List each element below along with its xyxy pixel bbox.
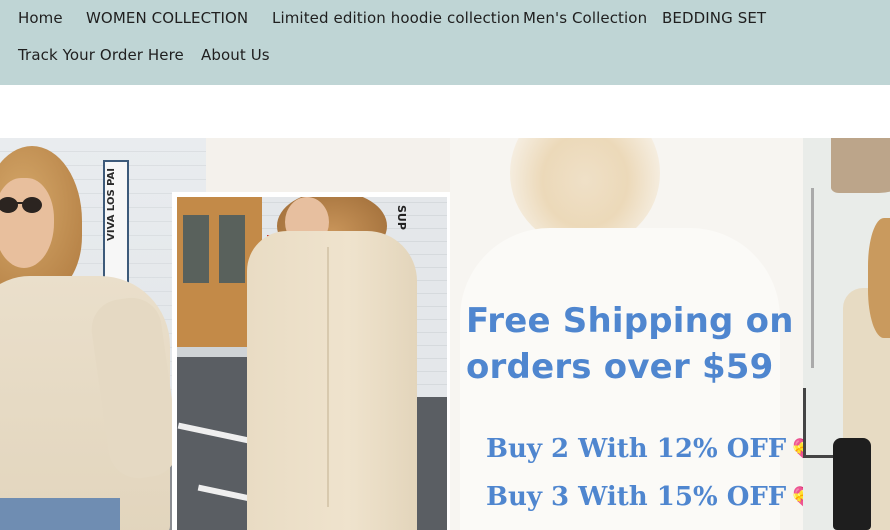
banner-photo-middle: SUP — [172, 192, 450, 530]
nav-about-us[interactable]: About Us — [201, 43, 270, 67]
nav-bedding-set[interactable]: BEDDING SET — [662, 6, 766, 30]
umbrella-pole — [811, 188, 814, 368]
banner-promo-panel: Free Shipping on orders over $59 Buy 2 W… — [450, 138, 803, 530]
nav-mens-collection[interactable]: Men's Collection — [523, 6, 647, 30]
free-shipping-headline: Free Shipping on orders over $59 — [466, 301, 794, 387]
wall-sign-text: SUP — [395, 205, 408, 230]
top-navigation: Home WOMEN COLLECTION Limited edition ho… — [0, 0, 890, 85]
photo-inner: SUP — [177, 197, 447, 530]
patio-umbrella — [831, 138, 890, 193]
model-hair — [868, 218, 890, 338]
banner-photo-right — [803, 138, 890, 530]
handbag — [833, 438, 871, 530]
promo-buy-2-text: Buy 2 With 12% OFF — [486, 434, 787, 464]
nav-women-collection[interactable]: WOMEN COLLECTION — [86, 6, 248, 30]
nav-limited-edition-hoodie[interactable]: Limited edition hoodie collection — [272, 6, 520, 30]
sweater-seam — [327, 247, 329, 507]
promo-buy-2: Buy 2 With 12% OFF💝 — [486, 434, 803, 464]
heart-with-ribbon-icon: 💝 — [792, 485, 803, 511]
sign-text: VIVA LOS PAI — [106, 168, 117, 241]
hero-banner[interactable]: VIVA LOS PAI SUP Free Shipping on orders… — [0, 138, 890, 530]
model-sweater — [247, 231, 417, 530]
sunglasses-icon — [0, 197, 42, 213]
door-window — [219, 215, 245, 283]
heart-with-ribbon-icon: 💝 — [792, 437, 803, 463]
promo-buy-3-text: Buy 3 With 15% OFF — [486, 482, 787, 512]
nav-track-order[interactable]: Track Your Order Here — [18, 43, 184, 67]
door-window — [183, 215, 209, 283]
promo-buy-3: Buy 3 With 15% OFF💝 — [486, 482, 803, 512]
nav-home[interactable]: Home — [18, 6, 63, 30]
model-jeans — [0, 498, 120, 530]
